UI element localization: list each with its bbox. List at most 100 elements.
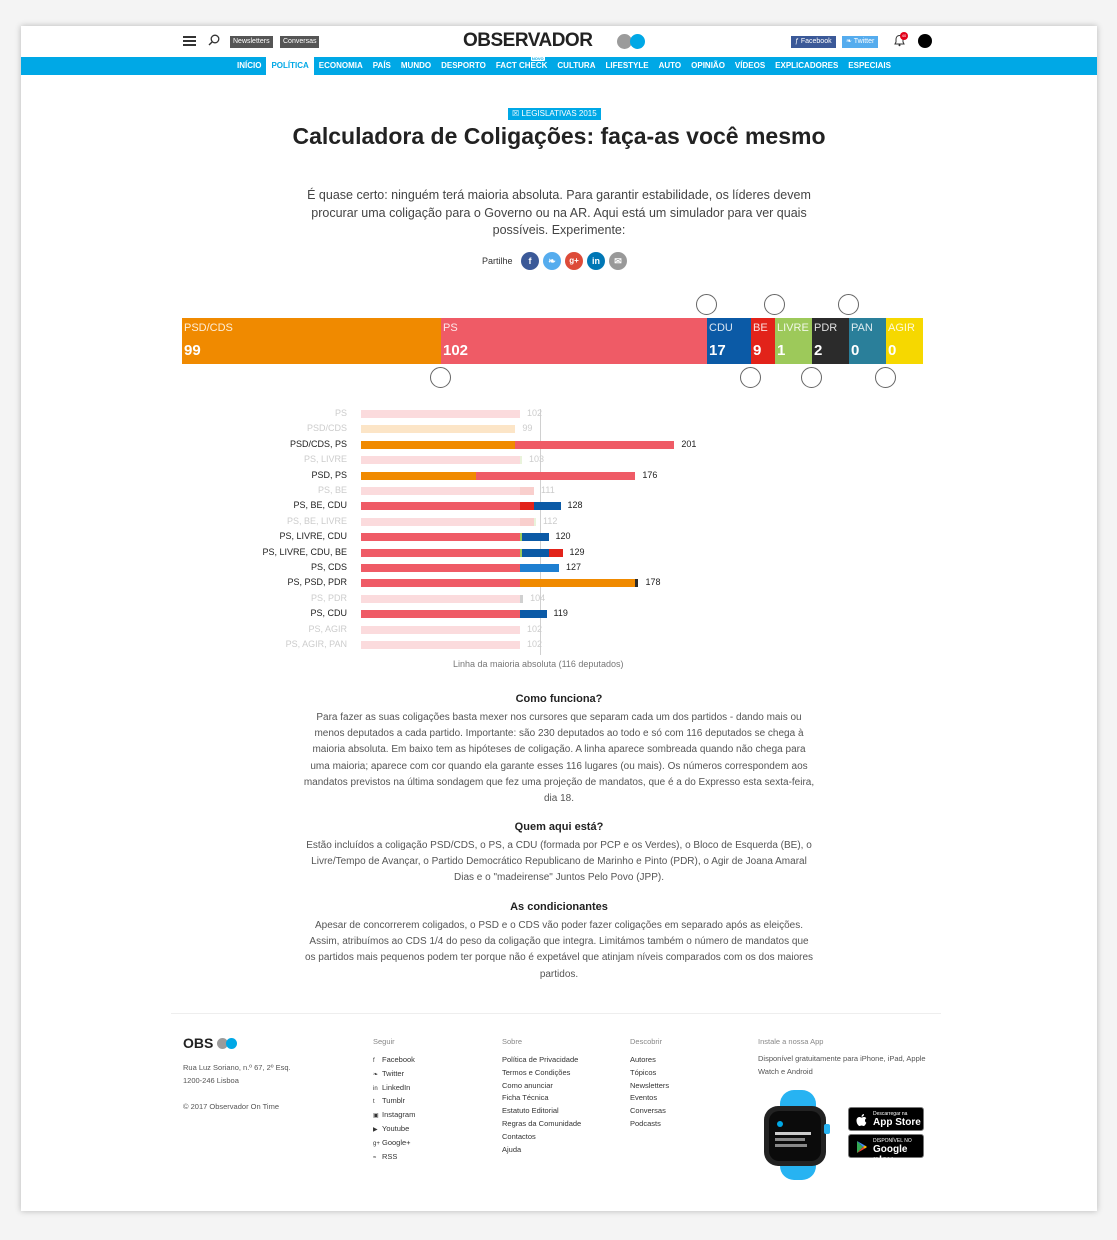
footer-link-conversas[interactable]: Conversas <box>630 1105 669 1118</box>
nav-item-explicadores[interactable]: EXPLICADORES <box>770 57 843 75</box>
conversas-button[interactable]: Conversas <box>280 36 320 48</box>
nav-item-vídeos[interactable]: VÍDEOS <box>730 57 770 75</box>
party-segment-livre: LIVRE 1 <box>775 318 812 364</box>
footer-link-podcasts[interactable]: Podcasts <box>630 1118 669 1131</box>
footer-link-t-picos[interactable]: Tópicos <box>630 1067 669 1080</box>
coalition-label: PS, BE <box>317 485 347 495</box>
page-title: Calculadora de Coligações: faça-as você … <box>292 123 826 149</box>
footer-sobre-title: Sobre <box>502 1037 523 1046</box>
footer-link-facebook[interactable]: f Facebook <box>373 1054 415 1068</box>
coalition-bar-segment <box>361 548 520 557</box>
footer-link-ficha-t-cnica[interactable]: Ficha Técnica <box>502 1092 581 1105</box>
coalition-total: 201 <box>681 438 697 449</box>
nav-item-opinião[interactable]: OPINIÃO <box>686 57 730 75</box>
party-name: PSD/CDS <box>184 322 233 334</box>
slider-handle[interactable] <box>801 367 822 388</box>
party-name: AGIR <box>888 322 915 334</box>
nav-item-mundo[interactable]: MUNDO <box>396 57 436 75</box>
coalition-bar-segment <box>520 579 636 588</box>
coalition-total: 102 <box>527 408 543 418</box>
party-name: PS <box>443 322 458 334</box>
nav-item-cultura[interactable]: CULTURA <box>552 57 600 75</box>
share-googleplus-icon[interactable]: g+ <box>565 252 583 270</box>
share-twitter-icon[interactable]: ❧ <box>543 252 561 270</box>
coalition-bar-segment <box>520 502 535 511</box>
party-name: PDR <box>814 322 838 334</box>
share-linkedin-icon[interactable]: in <box>587 252 605 270</box>
footer-link-pol-tica-de-privacidade[interactable]: Política de Privacidade <box>502 1054 581 1067</box>
coalition-bar-segment <box>522 548 549 557</box>
footer-link-eventos[interactable]: Eventos <box>630 1092 669 1105</box>
nav-item-economia[interactable]: ECONOMIA <box>314 57 368 75</box>
footer-copyright: © 2017 Observador On Time <box>183 1102 279 1111</box>
footer-link-termos-e-condi-es[interactable]: Termos e Condições <box>502 1067 581 1080</box>
party-segment-be: BE 9 <box>751 318 775 364</box>
coalition-label: PS, LIVRE, CDU, BE <box>262 546 347 557</box>
coalition-bar-segment <box>520 610 547 619</box>
footer-link-tumblr[interactable]: t Tumblr <box>373 1095 415 1109</box>
coalition-bar-segment <box>515 440 675 449</box>
slider-handle[interactable] <box>740 367 761 388</box>
party-segment-ps: PS 102 <box>441 318 707 364</box>
nav-item-especiais[interactable]: ESPECIAIS <box>843 57 896 75</box>
footer-link-youtube[interactable]: ▶ Youtube <box>373 1123 415 1137</box>
share-facebook-icon[interactable]: f <box>521 252 539 270</box>
party-seats: 2 <box>814 342 823 359</box>
party-segment-agir: AGIR 0 <box>886 318 923 364</box>
section-tag[interactable]: ☒ LEGISLATIVAS 2015 <box>508 108 601 120</box>
nav-item-fact-check[interactable]: FACT CHECK NOVO <box>491 56 553 75</box>
avatar[interactable] <box>918 34 932 48</box>
footer-link-instagram[interactable]: ▣ Instagram <box>373 1109 415 1123</box>
nav-item-início[interactable]: INÍCIO <box>232 57 266 75</box>
slider-handle[interactable] <box>430 367 451 388</box>
party-seats: 17 <box>709 342 726 359</box>
app-store-button[interactable]: Descarregar na App Store <box>848 1107 924 1131</box>
coalition-label: PS, BE, CDU <box>293 500 347 511</box>
slider-handle[interactable] <box>764 294 785 315</box>
party-segment-cdu: CDU 17 <box>707 318 751 364</box>
majority-caption: Linha da maioria absoluta (116 deputados… <box>453 659 624 669</box>
google--icon: g+ <box>373 1140 380 1147</box>
observador-logo[interactable]: OBSERVADOR <box>463 30 593 52</box>
footer-link-ajuda[interactable]: Ajuda <box>502 1144 581 1157</box>
footer-link-label: Eventos <box>630 1093 658 1103</box>
footer-link-autores[interactable]: Autores <box>630 1054 669 1067</box>
menu-icon[interactable] <box>183 36 196 46</box>
nav-item-política[interactable]: POLÍTICA <box>266 57 314 75</box>
footer-sobre-list: Política de Privacidade Termos e Condiçõe… <box>502 1054 581 1156</box>
coalition-bar-segment <box>361 564 520 572</box>
newsletters-button[interactable]: Newsletters <box>230 36 273 48</box>
twitter-button[interactable]: ❧ Twitter <box>842 36 879 48</box>
footer-link-contactos[interactable]: Contactos <box>502 1131 581 1144</box>
facebook-button[interactable]: ƒ Facebook <box>791 36 836 48</box>
party-seats: 9 <box>753 342 762 359</box>
footer-link-linkedin[interactable]: in LinkedIn <box>373 1082 415 1096</box>
share-email-icon[interactable]: ✉ <box>609 252 627 270</box>
footer-link-label: Facebook <box>382 1055 415 1064</box>
footer-link-regras-da-comunidade[interactable]: Regras da Comunidade <box>502 1118 581 1131</box>
footer-link-twitter[interactable]: ❧ Twitter <box>373 1068 415 1082</box>
footer-link-rss[interactable]: ≈ RSS <box>373 1151 415 1165</box>
coalition-total: 99 <box>522 423 533 434</box>
footer-link-google-[interactable]: g+ Google+ <box>373 1137 415 1151</box>
nav-item-auto[interactable]: AUTO <box>654 57 687 75</box>
coalition-label: PS, PDR <box>310 592 347 603</box>
footer-link-como-anunciar[interactable]: Como anunciar <box>502 1080 581 1093</box>
coalition-label: PS, CDS <box>310 562 347 572</box>
footer-logo[interactable]: OBS <box>183 1035 238 1051</box>
google-play-button[interactable]: DISPONÍVEL NO Google play <box>848 1134 924 1166</box>
coalition-bar-segment <box>520 456 522 465</box>
footer-link-estatuto-editorial[interactable]: Estatuto Editorial <box>502 1105 581 1118</box>
nav-item-lifestyle[interactable]: LIFESTYLE <box>600 57 653 75</box>
footer-link-label: Ajuda <box>502 1144 522 1154</box>
footer-link-newsletters[interactable]: Newsletters <box>630 1080 669 1093</box>
slider-handle[interactable] <box>838 294 859 315</box>
footer-link-label: LinkedIn <box>382 1082 411 1092</box>
search-icon[interactable] <box>208 34 220 46</box>
nav-item-país[interactable]: PAÍS <box>368 57 396 75</box>
nav-item-desporto[interactable]: DESPORTO <box>436 57 491 75</box>
footer-address: Rua Luz Soriano, n.º 67, 2º Esq. 1200-24… <box>183 1062 291 1087</box>
footer-link-label: Twitter <box>382 1068 405 1078</box>
slider-handle[interactable] <box>875 367 896 388</box>
slider-handle[interactable] <box>696 294 717 315</box>
